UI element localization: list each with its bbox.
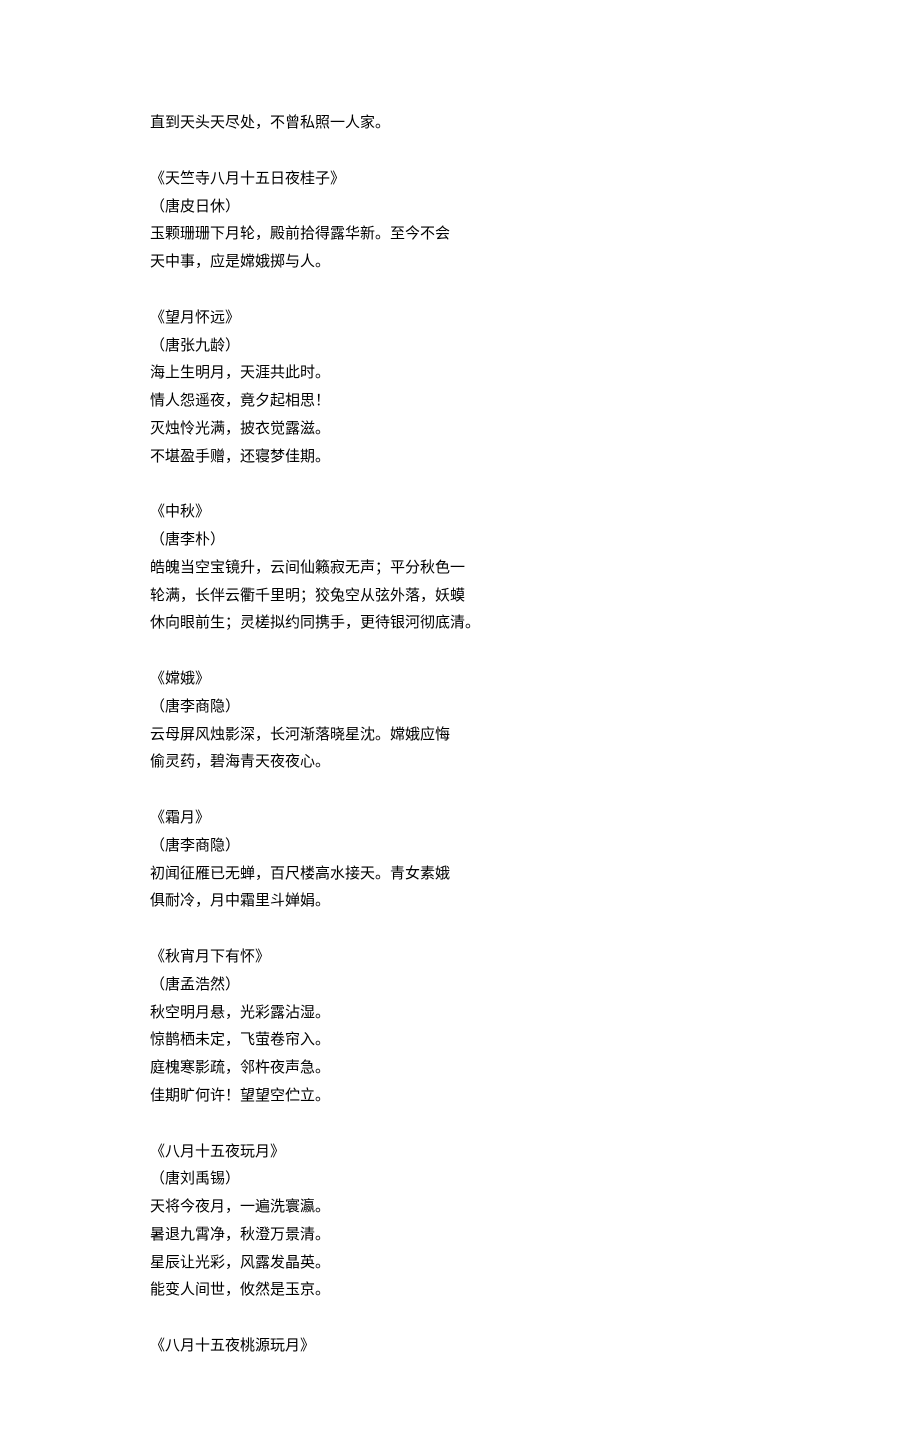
poem-line: 情人怨遥夜，竟夕起相思！	[150, 388, 770, 416]
poem-block: 《天竺寺八月十五日夜桂子》（唐皮日休）玉颗珊珊下月轮，殿前拾得露华新。至今不会天…	[150, 166, 770, 277]
poem-title: 《嫦娥》	[150, 666, 770, 694]
poem-line: 佳期旷何许！望望空伫立。	[150, 1083, 770, 1111]
poem-block: 《八月十五夜桃源玩月》	[150, 1333, 770, 1361]
poem-block: 《望月怀远》（唐张九龄）海上生明月，天涯共此时。情人怨遥夜，竟夕起相思！灭烛怜光…	[150, 305, 770, 472]
poem-title: 《八月十五夜玩月》	[150, 1139, 770, 1167]
poem-block: 《八月十五夜玩月》（唐刘禹锡）天将今夜月，一遍洗寰瀛。暑退九霄净，秋澄万景清。星…	[150, 1139, 770, 1306]
poem-line: 玉颗珊珊下月轮，殿前拾得露华新。至今不会	[150, 221, 770, 249]
poem-block: 《嫦娥》（唐李商隐）云母屏风烛影深，长河渐落晓星沈。嫦娥应悔偷灵药，碧海青天夜夜…	[150, 666, 770, 777]
poem-author: （唐李商隐）	[150, 694, 770, 722]
poem-author: （唐李朴）	[150, 527, 770, 555]
poem-block: 《霜月》（唐李商隐）初闻征雁已无蝉，百尺楼高水接天。青女素娥俱耐冷，月中霜里斗婵…	[150, 805, 770, 916]
poem-line: 暑退九霄净，秋澄万景清。	[150, 1222, 770, 1250]
poem-title: 《秋宵月下有怀》	[150, 944, 770, 972]
poem-block: 《中秋》（唐李朴）皓魄当空宝镜升，云间仙籁寂无声；平分秋色一轮满，长伴云衢千里明…	[150, 499, 770, 638]
poem-line: 灭烛怜光满，披衣觉露滋。	[150, 416, 770, 444]
poem-line: 休向眼前生；灵槎拟约同携手，更待银河彻底清。	[150, 610, 770, 638]
poem-line: 俱耐冷，月中霜里斗婵娟。	[150, 888, 770, 916]
poem-line: 直到天头天尽处，不曾私照一人家。	[150, 110, 770, 138]
poem-line: 云母屏风烛影深，长河渐落晓星沈。嫦娥应悔	[150, 722, 770, 750]
poem-title: 《中秋》	[150, 499, 770, 527]
poem-line: 偷灵药，碧海青天夜夜心。	[150, 749, 770, 777]
prelude-block: 直到天头天尽处，不曾私照一人家。	[150, 110, 770, 138]
poem-author: （唐李商隐）	[150, 833, 770, 861]
document-page: 直到天头天尽处，不曾私照一人家。 《天竺寺八月十五日夜桂子》（唐皮日休）玉颗珊珊…	[0, 0, 920, 1449]
poem-author: （唐孟浩然）	[150, 972, 770, 1000]
poem-title: 《八月十五夜桃源玩月》	[150, 1333, 770, 1361]
poems-container: 《天竺寺八月十五日夜桂子》（唐皮日休）玉颗珊珊下月轮，殿前拾得露华新。至今不会天…	[150, 166, 770, 1361]
poem-line: 天将今夜月，一遍洗寰瀛。	[150, 1194, 770, 1222]
poem-line: 秋空明月悬，光彩露沾湿。	[150, 1000, 770, 1028]
poem-line: 星辰让光彩，风露发晶英。	[150, 1250, 770, 1278]
poem-title: 《望月怀远》	[150, 305, 770, 333]
poem-line: 不堪盈手赠，还寝梦佳期。	[150, 444, 770, 472]
poem-title: 《天竺寺八月十五日夜桂子》	[150, 166, 770, 194]
poem-line: 轮满，长伴云衢千里明；狡兔空从弦外落，妖蟆	[150, 583, 770, 611]
poem-line: 惊鹊栖未定，飞萤卷帘入。	[150, 1027, 770, 1055]
poem-line: 海上生明月，天涯共此时。	[150, 360, 770, 388]
poem-author: （唐刘禹锡）	[150, 1166, 770, 1194]
poem-title: 《霜月》	[150, 805, 770, 833]
poem-line: 皓魄当空宝镜升，云间仙籁寂无声；平分秋色一	[150, 555, 770, 583]
poem-line: 天中事，应是嫦娥掷与人。	[150, 249, 770, 277]
poem-block: 《秋宵月下有怀》（唐孟浩然）秋空明月悬，光彩露沾湿。惊鹊栖未定，飞萤卷帘入。庭槐…	[150, 944, 770, 1111]
poem-author: （唐张九龄）	[150, 333, 770, 361]
poem-author: （唐皮日休）	[150, 194, 770, 222]
poem-line: 初闻征雁已无蝉，百尺楼高水接天。青女素娥	[150, 861, 770, 889]
poem-line: 庭槐寒影疏，邻杵夜声急。	[150, 1055, 770, 1083]
